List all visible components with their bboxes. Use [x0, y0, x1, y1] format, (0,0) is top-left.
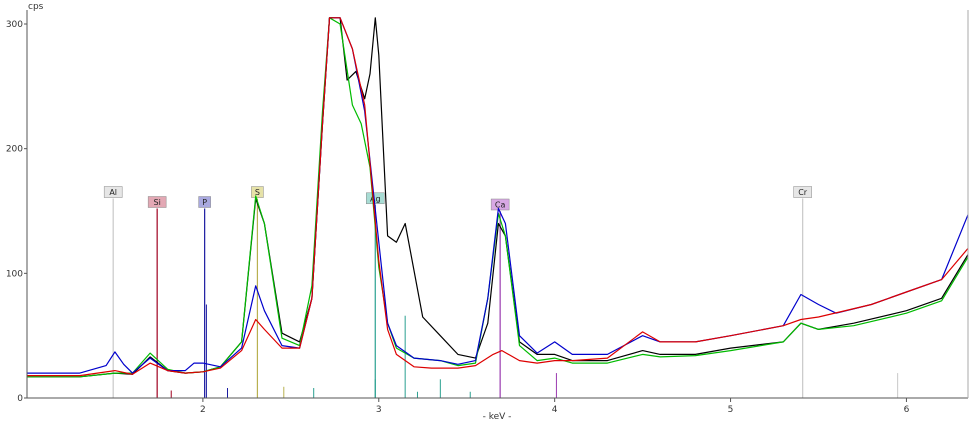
x-tick-label: 5 [728, 405, 734, 415]
y-tick-label: 0 [17, 394, 23, 404]
x-tick-label: 4 [552, 405, 558, 415]
y-tick-label: 200 [6, 145, 23, 155]
element-label-ag: Ag [370, 194, 381, 203]
element-label-p: P [202, 198, 207, 207]
element-label-si: Si [154, 198, 161, 207]
spectrum-line-1 [27, 17, 969, 378]
x-tick-label: 3 [376, 405, 382, 415]
spectrum-chart: AlSi PSAgCaCr cps - keV - 01002003002 3 4 5 6 [6, 2, 969, 422]
y-tick-label: 300 [6, 20, 23, 30]
spectrum-line-2 [27, 17, 969, 378]
spectrum-line-4 [27, 17, 969, 377]
x-tick-label: 2 [200, 405, 206, 415]
x-axis-label: - keV - [483, 412, 512, 422]
y-axis-unit: cps [28, 2, 44, 12]
element-label-al: Al [109, 188, 117, 197]
y-tick-label: 100 [6, 269, 23, 279]
spectrum-line-3 [27, 17, 969, 374]
spectrum-series [27, 17, 969, 378]
element-label-ca: Ca [495, 201, 506, 210]
element-label-cr: Cr [798, 188, 808, 197]
x-tick-label: 6 [904, 405, 910, 415]
